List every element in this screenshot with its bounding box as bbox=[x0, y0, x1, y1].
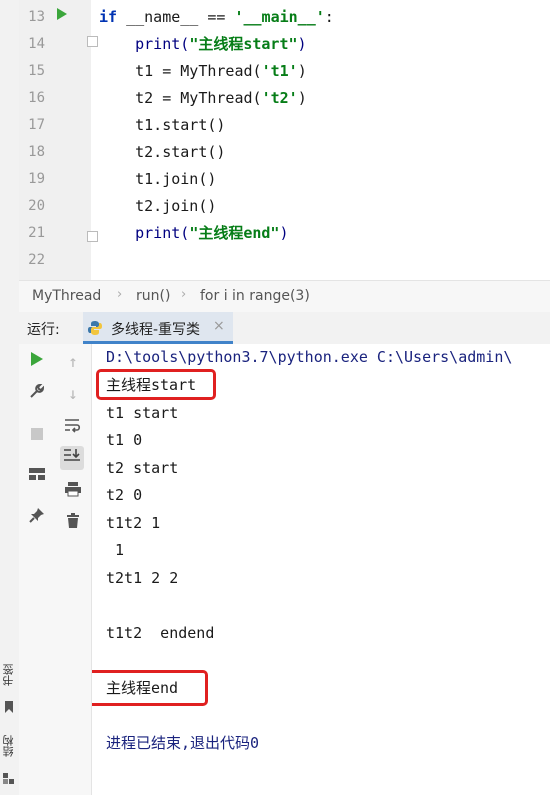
code-text: print("主线程end") bbox=[99, 224, 289, 242]
line-number: 20 bbox=[28, 198, 45, 214]
breadcrumb-item[interactable]: run() bbox=[136, 288, 170, 304]
console-line: 1 bbox=[106, 541, 125, 559]
arrow-down-icon[interactable]: ↓ bbox=[61, 382, 85, 406]
code-line[interactable]: 15 t1 = MyThread('t1') bbox=[19, 58, 550, 85]
structure-icon bbox=[3, 770, 15, 784]
scroll-to-end-icon[interactable] bbox=[60, 446, 84, 470]
wrench-icon[interactable] bbox=[25, 382, 49, 406]
stop-icon[interactable] bbox=[25, 424, 49, 448]
console-line: t1 start bbox=[106, 404, 179, 422]
highlight-box bbox=[96, 369, 216, 400]
fold-marker-icon[interactable] bbox=[87, 231, 98, 242]
highlight-box bbox=[92, 670, 208, 706]
line-number: 18 bbox=[28, 144, 45, 160]
code-line[interactable]: 19 t1.join() bbox=[19, 166, 550, 193]
python-icon bbox=[87, 320, 103, 336]
line-number: 15 bbox=[28, 63, 45, 79]
code-text: t2.start() bbox=[99, 143, 226, 161]
print-icon[interactable] bbox=[61, 480, 85, 504]
line-number: 14 bbox=[28, 36, 45, 52]
line-number: 16 bbox=[28, 90, 45, 106]
fold-marker-icon[interactable] bbox=[87, 36, 98, 47]
line-number: 17 bbox=[28, 117, 45, 133]
line-number: 22 bbox=[28, 252, 45, 268]
code-line[interactable]: 20 t2.join() bbox=[19, 193, 550, 220]
console-line: t2t1 2 2 bbox=[106, 569, 179, 587]
console-line: t1t2 1 bbox=[106, 514, 161, 532]
code-text: t1 = MyThread('t1') bbox=[99, 62, 307, 80]
line-number: 21 bbox=[28, 225, 45, 241]
layout-icon[interactable] bbox=[25, 464, 49, 488]
run-icon[interactable] bbox=[25, 350, 49, 374]
console-line: t1t2 endend bbox=[106, 624, 215, 642]
line-number: 19 bbox=[28, 171, 45, 187]
chevron-right-icon: › bbox=[181, 287, 187, 302]
console-output[interactable]: D:\tools\python3.7\python.exe C:\Users\a… bbox=[92, 344, 550, 795]
run-tool-window-header: 运行: 多线程-重写类 × bbox=[19, 312, 550, 345]
code-line[interactable]: 14 print("主线程start") bbox=[19, 31, 550, 58]
code-line[interactable]: 17 t1.start() bbox=[19, 112, 550, 139]
pin-icon[interactable] bbox=[25, 506, 49, 530]
arrow-up-icon[interactable]: ↑ bbox=[61, 350, 85, 374]
code-line[interactable]: 16 t2 = MyThread('t2') bbox=[19, 85, 550, 112]
code-editor[interactable]: 13 if __name__ == '__main__': 14 print("主线… bbox=[19, 0, 550, 280]
run-tab-title: 多线程-重写类 bbox=[111, 322, 201, 338]
chevron-right-icon: › bbox=[117, 287, 123, 302]
code-line[interactable]: 21 print("主线程end") bbox=[19, 220, 550, 247]
code-line[interactable]: 18 t2.start() bbox=[19, 139, 550, 166]
run-config-tab[interactable]: 多线程-重写类 × bbox=[83, 312, 233, 344]
line-number: 13 bbox=[28, 9, 45, 25]
code-text: t1.start() bbox=[99, 116, 226, 134]
console-line: t2 0 bbox=[106, 486, 143, 504]
bookmark-icon bbox=[3, 698, 15, 713]
breadcrumb-item[interactable]: for i in range(3) bbox=[200, 288, 310, 304]
run-toolbar-primary bbox=[19, 344, 57, 795]
side-tool-strip: 书签 结构 bbox=[0, 0, 20, 795]
code-text: t1.join() bbox=[99, 170, 217, 188]
console-line: 进程已结束,退出代码0 bbox=[106, 734, 260, 752]
code-text: t2 = MyThread('t2') bbox=[99, 89, 307, 107]
bookmarks-tab[interactable]: 书签 bbox=[1, 664, 17, 686]
structure-tab[interactable]: 结构 bbox=[1, 735, 17, 757]
code-text: if __name__ == '__main__': bbox=[99, 8, 334, 26]
code-text: print("主线程start") bbox=[99, 35, 307, 53]
code-text: t2.join() bbox=[99, 197, 217, 215]
code-line[interactable]: 22 bbox=[19, 247, 550, 274]
code-line[interactable]: 13 if __name__ == '__main__': bbox=[19, 4, 550, 31]
run-gutter-icon[interactable] bbox=[57, 8, 67, 20]
soft-wrap-icon[interactable] bbox=[61, 416, 85, 440]
run-toolbar-secondary: ↑ ↓ bbox=[56, 344, 92, 795]
console-line: t2 start bbox=[106, 459, 179, 477]
console-line: t1 0 bbox=[106, 431, 143, 449]
breadcrumb-item[interactable]: MyThread bbox=[32, 288, 101, 304]
console-command-line[interactable]: D:\tools\python3.7\python.exe C:\Users\a… bbox=[106, 344, 512, 371]
run-label: 运行: bbox=[27, 322, 60, 338]
breadcrumb: MyThread › run() › for i in range(3) bbox=[19, 280, 550, 313]
close-icon[interactable]: × bbox=[213, 318, 225, 334]
trash-icon[interactable] bbox=[61, 512, 85, 536]
